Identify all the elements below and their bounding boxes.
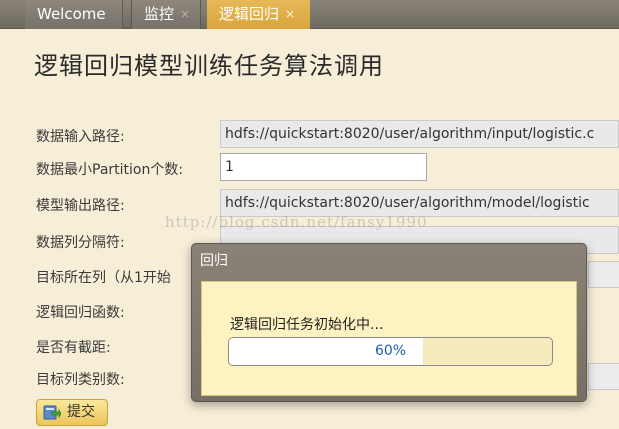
- input-path-field[interactable]: hdfs://quickstart:8020/user/algorithm/in…: [220, 120, 619, 148]
- tab-monitor[interactable]: 监控 ×: [131, 0, 201, 29]
- progress-dialog: 回归 逻辑回归任务初始化中... 60%: [191, 243, 587, 402]
- form-row-min-partitions: 数据最小Partition个数: 1: [0, 153, 619, 183]
- submit-button-label: 提交: [67, 404, 95, 420]
- tab-logistic-regression[interactable]: 逻辑回归 ×: [207, 0, 310, 29]
- target-column-label: 目标所在列（从1开始: [36, 270, 171, 286]
- logistic-function-label: 逻辑回归函数:: [36, 305, 125, 321]
- progress-percent: 60%: [374, 343, 407, 359]
- has-intercept-label: 是否有截距:: [36, 340, 111, 356]
- min-partitions-label: 数据最小Partition个数:: [36, 162, 184, 178]
- target-classes-label: 目标列类别数:: [36, 372, 125, 388]
- close-icon[interactable]: ×: [180, 0, 190, 29]
- dialog-title: 回归: [200, 253, 228, 269]
- progress-bar: 60%: [228, 337, 553, 366]
- submit-button[interactable]: 提交: [36, 399, 108, 426]
- tab-bar: Welcome 监控 × 逻辑回归 ×: [0, 0, 619, 29]
- target-classes-field[interactable]: [588, 363, 619, 390]
- min-partitions-field[interactable]: 1: [220, 153, 427, 181]
- input-path-label: 数据输入路径:: [36, 129, 125, 145]
- submit-icon: [43, 405, 61, 420]
- dialog-body: 逻辑回归任务初始化中... 60%: [201, 281, 577, 396]
- tab-welcome[interactable]: Welcome: [25, 0, 123, 29]
- close-icon[interactable]: ×: [285, 0, 295, 29]
- model-output-path-label: 模型输出路径:: [36, 198, 125, 214]
- watermark: http://blog.csdn.net/fansy1990: [165, 213, 428, 231]
- tab-monitor-label: 监控: [144, 5, 175, 23]
- dialog-message: 逻辑回归任务初始化中...: [230, 317, 384, 333]
- form-row-input-path: 数据输入路径: hdfs://quickstart:8020/user/algo…: [0, 120, 619, 150]
- page-title: 逻辑回归模型训练任务算法调用: [34, 52, 384, 80]
- tab-logistic-label: 逻辑回归: [219, 5, 280, 23]
- target-column-field[interactable]: [588, 261, 619, 288]
- tab-welcome-label: Welcome: [37, 5, 106, 23]
- column-separator-label: 数据列分隔符:: [36, 235, 125, 251]
